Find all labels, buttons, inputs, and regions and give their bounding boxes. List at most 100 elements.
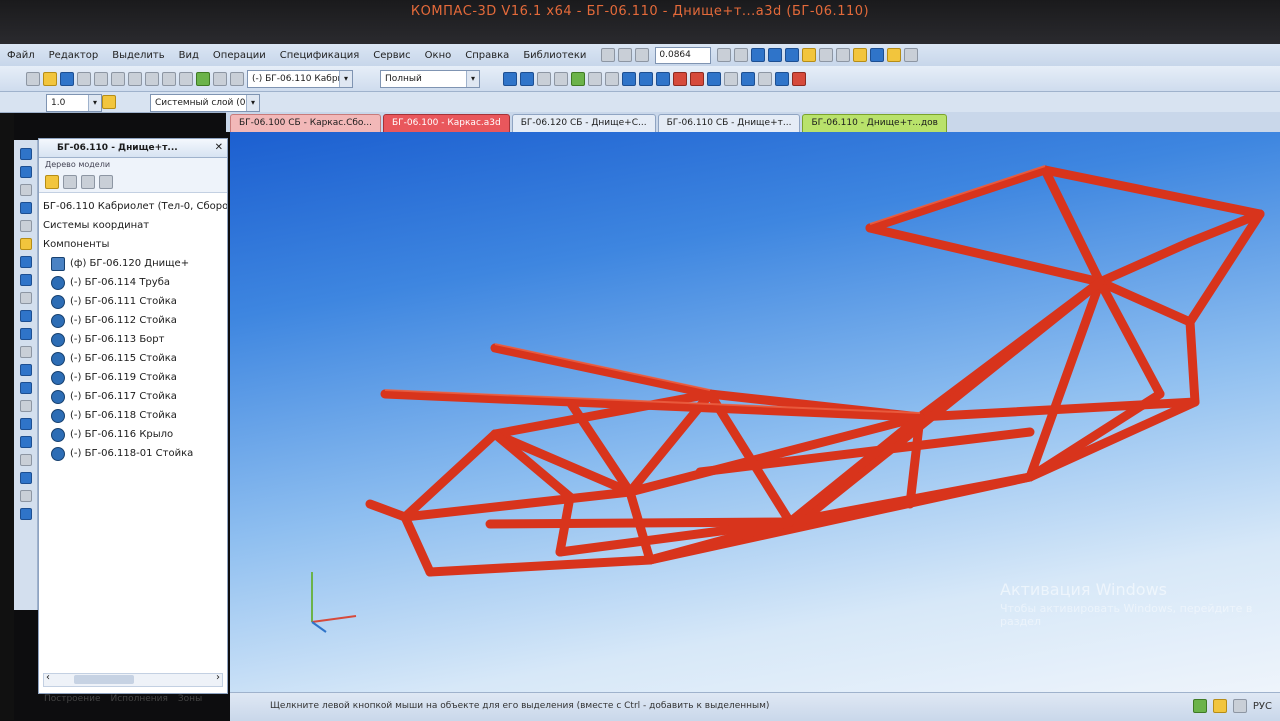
point-icon[interactable] <box>656 71 670 86</box>
tool-cut-icon[interactable] <box>19 220 32 232</box>
line-style-combo[interactable]: 1.0 ▾ <box>46 94 102 112</box>
tree-list-icon[interactable] <box>81 175 95 189</box>
sketch-icon[interactable] <box>520 71 534 86</box>
panel-scrollbar[interactable]: ‹ › <box>43 672 223 687</box>
tree-item[interactable]: (-) БГ-06.112 Стойка <box>43 311 227 330</box>
tree-filter-icon[interactable] <box>99 175 113 189</box>
tree-item[interactable]: (-) БГ-06.114 Труба <box>43 273 227 292</box>
tool-hole-icon[interactable] <box>19 274 32 286</box>
zoom-icon[interactable] <box>601 48 616 62</box>
hole-icon[interactable] <box>707 71 721 86</box>
undo-icon[interactable] <box>162 71 176 86</box>
tool-point-icon[interactable] <box>19 436 32 448</box>
rotate-icon[interactable] <box>717 48 732 62</box>
tool-shell-icon[interactable] <box>19 310 32 322</box>
tool-rotate-icon[interactable] <box>19 166 32 178</box>
volume-icon[interactable] <box>1232 699 1247 713</box>
menu-file[interactable]: Файл <box>0 50 42 61</box>
tab-zones[interactable]: Зоны <box>178 694 202 710</box>
pencil-icon[interactable] <box>673 71 687 86</box>
help-icon[interactable] <box>230 71 244 86</box>
measure-icon[interactable] <box>904 48 919 62</box>
tree-item[interactable]: (-) БГ-06.118 Стойка <box>43 406 227 425</box>
menu-libraries[interactable]: Библиотеки <box>516 50 593 61</box>
mate-icon[interactable] <box>554 71 568 86</box>
tool-array-icon[interactable] <box>19 346 32 358</box>
chevron-down-icon[interactable]: ▾ <box>466 70 479 87</box>
tree-mode-icon[interactable] <box>45 175 59 189</box>
shaded-view-icon[interactable] <box>785 48 800 62</box>
tool-surface-icon[interactable] <box>19 382 32 394</box>
constraints-icon[interactable] <box>537 71 551 86</box>
tool-mirror-icon[interactable] <box>19 364 32 376</box>
tool-slope-icon[interactable] <box>19 328 32 340</box>
menu-operations[interactable]: Операции <box>206 50 273 61</box>
spec-icon[interactable] <box>571 71 585 86</box>
variables-icon[interactable] <box>213 71 227 86</box>
open-file-icon[interactable] <box>43 71 57 86</box>
menu-specification[interactable]: Спецификация <box>273 50 367 61</box>
menu-view[interactable]: Вид <box>172 50 206 61</box>
settings-icon[interactable] <box>887 48 902 62</box>
print-icon[interactable] <box>77 71 91 86</box>
cube-view-icon[interactable] <box>768 48 783 62</box>
tool-report-icon[interactable] <box>19 508 32 520</box>
paste-icon[interactable] <box>145 71 159 86</box>
close-all-icon[interactable] <box>792 71 806 86</box>
chevron-down-icon[interactable]: ▾ <box>339 70 352 87</box>
close-icon[interactable]: ✕ <box>215 139 223 157</box>
render-icon[interactable] <box>802 48 817 62</box>
tree-item[interactable]: (-) БГ-06.117 Стойка <box>43 387 227 406</box>
menu-select[interactable]: Выделить <box>105 50 171 61</box>
scroll-thumb[interactable] <box>74 675 134 684</box>
orientation-icon[interactable] <box>751 48 766 62</box>
tree-item[interactable]: (-) БГ-06.115 Стойка <box>43 349 227 368</box>
scroll-left-icon[interactable]: ‹ <box>46 672 50 683</box>
render-mode-combo[interactable]: Полный ▾ <box>380 69 480 88</box>
tree-item[interactable]: (-) БГ-06.118-01 Стойка <box>43 444 227 463</box>
tree-root[interactable]: БГ-06.110 Кабриолет (Тел-0, Сборо <box>43 197 227 216</box>
tool-extrude-icon[interactable] <box>19 148 32 160</box>
pan-icon[interactable] <box>734 48 749 62</box>
fillet-icon[interactable] <box>758 71 772 86</box>
tool-spec-icon[interactable] <box>19 490 32 502</box>
language-indicator[interactable]: РУС <box>1253 701 1272 712</box>
axis-icon[interactable] <box>622 71 636 86</box>
menu-help[interactable]: Справка <box>458 50 516 61</box>
chevron-down-icon[interactable]: ▾ <box>88 95 101 111</box>
zoom-value-field[interactable]: 0.0864 <box>655 46 712 64</box>
rebuild-icon[interactable] <box>196 71 210 86</box>
doc-tab-4[interactable]: БГ-06.110 СБ - Днище+т... <box>657 114 801 132</box>
component-icon[interactable] <box>503 71 517 86</box>
tree-structure-icon[interactable] <box>63 175 77 189</box>
cut-icon[interactable] <box>111 71 125 86</box>
color-icon[interactable] <box>102 95 116 109</box>
tool-sheet-icon[interactable] <box>19 400 32 412</box>
tool-rib-icon[interactable] <box>19 292 32 304</box>
select-filter-icon[interactable] <box>836 48 851 62</box>
doc-tab-2[interactable]: БГ-06.100 - Каркас.a3d <box>383 114 510 132</box>
3d-viewport[interactable]: Активация Windows Чтобы активировать Win… <box>230 132 1280 692</box>
doc-tab-3[interactable]: БГ-06.120 СБ - Днище+С... <box>511 114 656 132</box>
tree-coord-systems[interactable]: Системы координат <box>43 216 227 235</box>
tool-filter-icon[interactable] <box>19 472 32 484</box>
zoom-out-icon[interactable] <box>635 48 650 62</box>
snap-icon[interactable] <box>605 71 619 86</box>
section-icon[interactable] <box>588 71 602 86</box>
tool-chamfer-icon[interactable] <box>19 256 32 268</box>
tree-item[interactable]: (-) БГ-06.119 Стойка <box>43 368 227 387</box>
zoom-in-icon[interactable] <box>618 48 633 62</box>
tree-item[interactable]: (-) БГ-06.113 Борт <box>43 330 227 349</box>
chevron-down-icon[interactable]: ▾ <box>246 95 259 111</box>
tab-versions[interactable]: Исполнения <box>111 694 168 710</box>
mirror-icon[interactable] <box>724 71 738 86</box>
plane-icon[interactable] <box>639 71 653 86</box>
new-file-icon[interactable] <box>26 71 40 86</box>
notification-icon[interactable] <box>1212 699 1227 713</box>
tab-construction[interactable]: Построение <box>44 694 101 710</box>
menu-service[interactable]: Сервис <box>366 50 417 61</box>
copy-icon[interactable] <box>128 71 142 86</box>
tool-curve-icon[interactable] <box>19 418 32 430</box>
tool-measure-icon[interactable] <box>19 454 32 466</box>
menu-window[interactable]: Окно <box>418 50 459 61</box>
